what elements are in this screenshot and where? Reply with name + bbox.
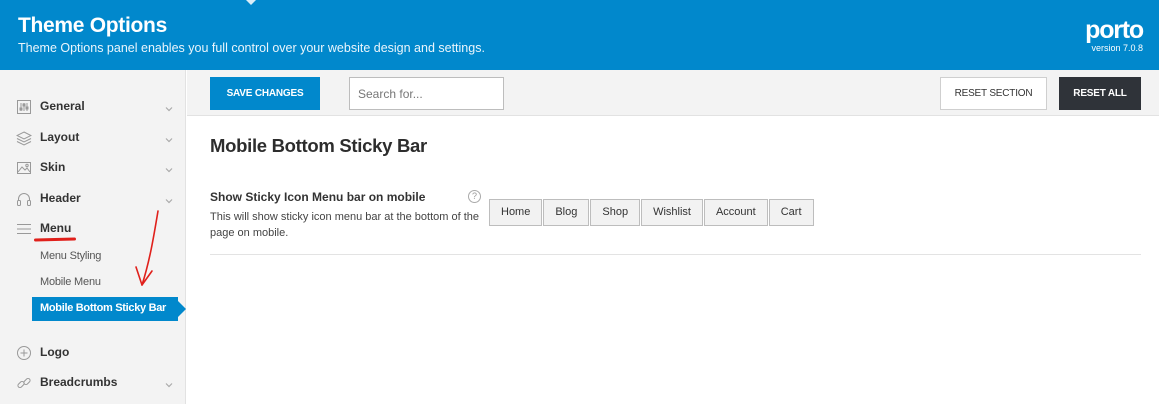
sidebar-item-label: Breadcrumbs bbox=[40, 375, 118, 389]
section-title: Mobile Bottom Sticky Bar bbox=[210, 135, 427, 156]
porto-logo: porto version 7.0.8 bbox=[1085, 16, 1144, 54]
save-changes-button[interactable]: SAVE CHANGES bbox=[210, 77, 320, 110]
image-icon bbox=[16, 160, 32, 176]
chevron-down-icon bbox=[164, 101, 174, 112]
sidebar-subitem-mobile-bottom-sticky-bar[interactable]: Mobile Bottom Sticky Bar bbox=[32, 297, 186, 321]
field-title: Show Sticky Icon Menu bar on mobile bbox=[210, 190, 426, 204]
chevron-down-icon bbox=[164, 377, 174, 388]
brand-name: porto bbox=[1085, 16, 1144, 44]
plus-circle-icon bbox=[16, 345, 32, 361]
link-icon bbox=[16, 375, 32, 391]
sidebar-item-skin[interactable]: Skin bbox=[0, 153, 186, 183]
admin-bar-notch bbox=[246, 0, 256, 5]
option-home[interactable]: Home bbox=[489, 199, 543, 226]
sidebar-item-label: Menu bbox=[40, 221, 72, 235]
hamburger-menu-icon bbox=[16, 221, 32, 237]
sticky-bar-options: Home Blog Shop Wishlist Account Cart bbox=[489, 199, 815, 226]
red-arrow-annotation bbox=[135, 210, 159, 286]
chevron-down-icon bbox=[164, 193, 174, 204]
headphones-icon bbox=[16, 191, 32, 207]
chevron-down-icon bbox=[164, 162, 174, 173]
page-subtitle: Theme Options panel enables you full con… bbox=[18, 41, 485, 55]
chevron-down-icon bbox=[164, 132, 174, 143]
option-blog[interactable]: Blog bbox=[543, 199, 590, 226]
reset-section-button[interactable]: RESET SECTION bbox=[940, 77, 1047, 110]
section-divider bbox=[210, 254, 1141, 255]
version-label: version 7.0.8 bbox=[1091, 43, 1143, 53]
option-cart[interactable]: Cart bbox=[768, 199, 814, 226]
option-account[interactable]: Account bbox=[703, 199, 768, 226]
theme-options-header: Theme Options Theme Options panel enable… bbox=[0, 0, 1159, 70]
sidebar-subitem-menu-styling[interactable]: Menu Styling bbox=[40, 250, 101, 262]
sidebar-subitem-mobile-menu[interactable]: Mobile Menu bbox=[40, 276, 101, 288]
search-input[interactable] bbox=[349, 77, 504, 110]
sidebar-item-general[interactable]: General bbox=[0, 92, 186, 122]
sidebar-item-layout[interactable]: Layout bbox=[0, 123, 186, 153]
sidebar-item-label: Header bbox=[40, 191, 81, 205]
sidebar-item-label: Skin bbox=[40, 160, 66, 174]
option-wishlist[interactable]: Wishlist bbox=[641, 199, 703, 226]
layers-icon bbox=[15, 130, 33, 146]
sidebar-item-label: General bbox=[40, 99, 85, 113]
sliders-icon bbox=[16, 99, 32, 115]
options-toolbar: SAVE CHANGES RESET SECTION RESET ALL bbox=[187, 70, 1159, 116]
reset-all-button[interactable]: RESET ALL bbox=[1059, 77, 1141, 110]
help-icon[interactable]: ? bbox=[468, 190, 481, 203]
sidebar-item-label: Logo bbox=[40, 345, 70, 359]
sidebar-item-breadcrumbs[interactable]: Breadcrumbs bbox=[0, 368, 186, 398]
option-shop[interactable]: Shop bbox=[590, 199, 641, 226]
field-description: This will show sticky icon menu bar at t… bbox=[210, 211, 480, 239]
sidebar-item-label: Layout bbox=[40, 130, 80, 144]
page-title: Theme Options bbox=[18, 14, 167, 37]
sidebar-item-logo[interactable]: Logo bbox=[0, 338, 186, 368]
